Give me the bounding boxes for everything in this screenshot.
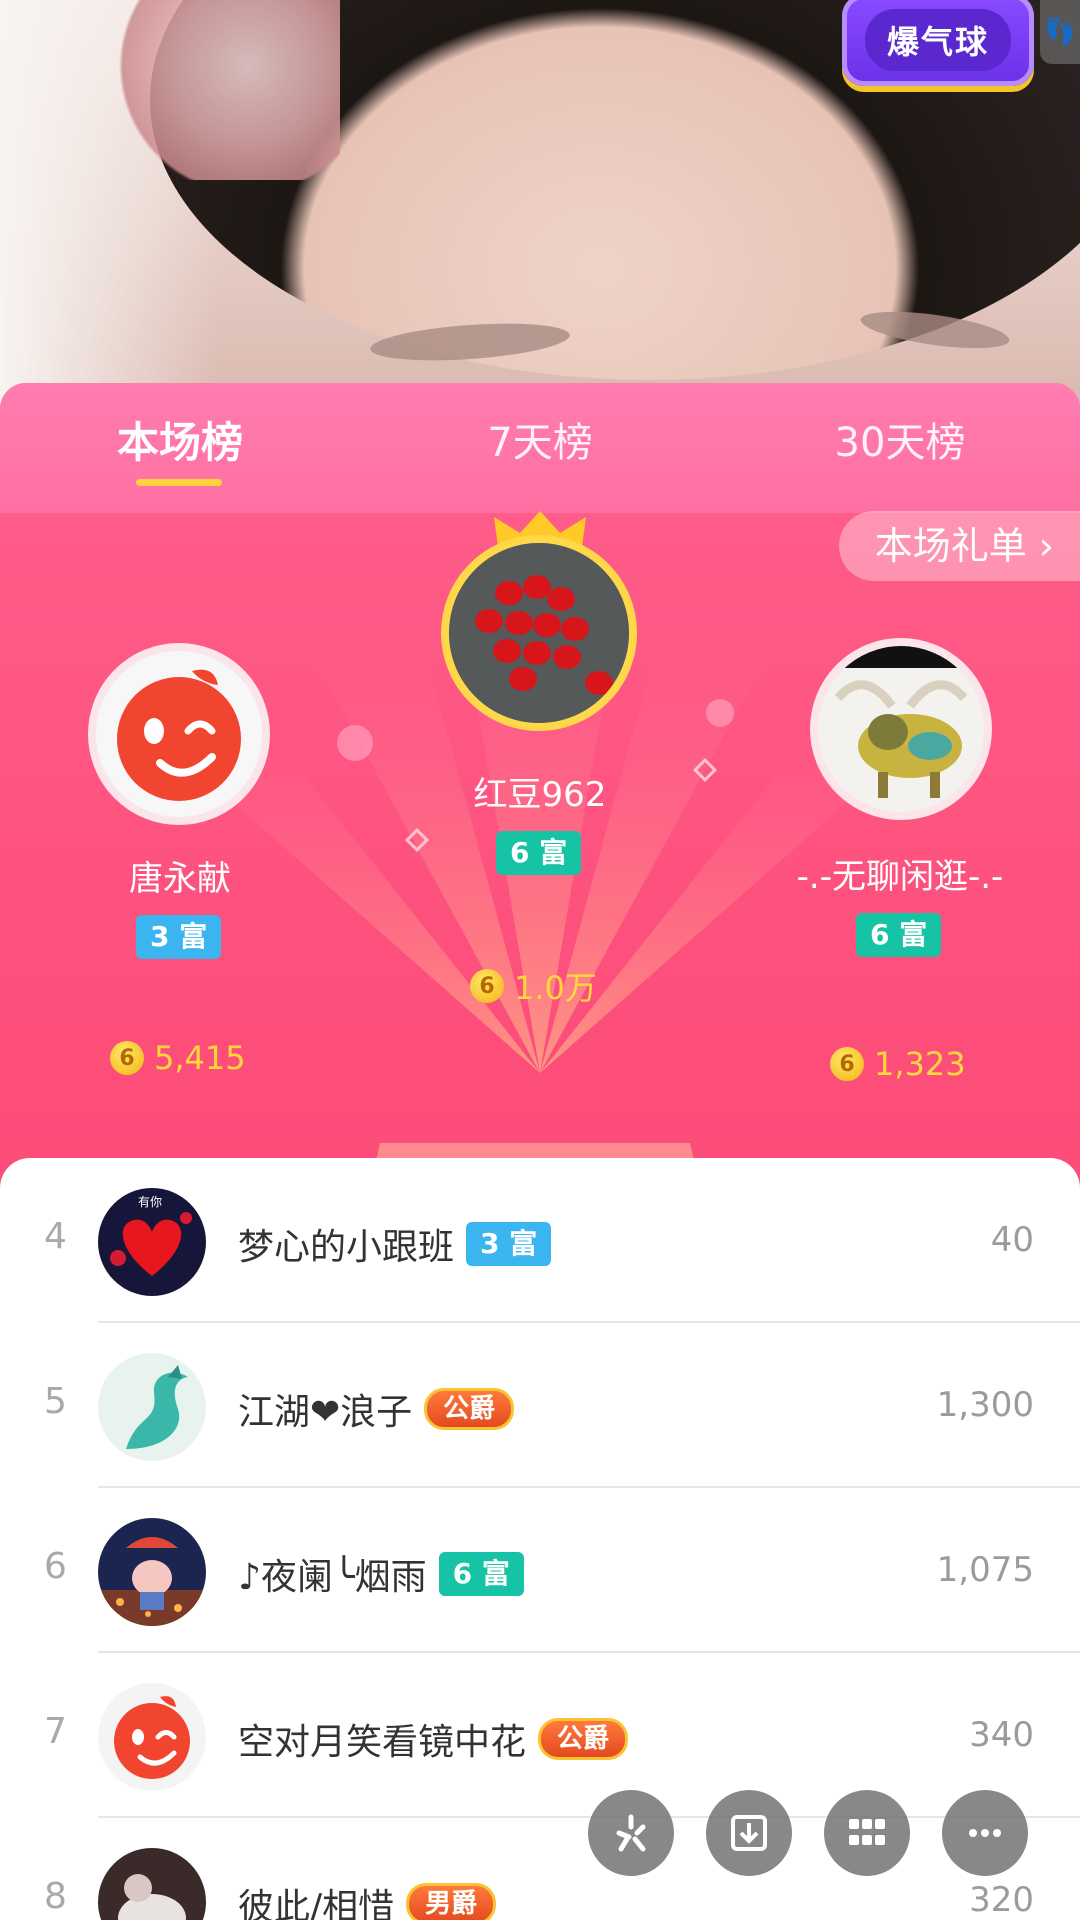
grid-icon[interactable]: [824, 1790, 910, 1876]
third-place-score: 6 1,323: [830, 1045, 966, 1083]
list-item[interactable]: 5 江湖❤浪子 公爵 1,300: [0, 1323, 1080, 1488]
gift-list-button[interactable]: 本场礼单 ›: [838, 511, 1080, 581]
list-user-name: 江湖❤浪子: [238, 1392, 413, 1433]
coin-icon: 6: [830, 1047, 864, 1081]
list-rank: 7: [44, 1711, 67, 1752]
list-user-name: 梦心的小跟班: [238, 1227, 455, 1268]
list-item[interactable]: 6 ♪夜阑╰烟雨 6 富 1,075: [0, 1488, 1080, 1653]
list-rank: 6: [44, 1546, 67, 1587]
third-place-rich-badge: 6 富: [856, 913, 942, 957]
balloon-burst-label: 爆气球: [864, 9, 1011, 71]
active-tab-indicator: [136, 479, 222, 486]
ranking-list: 4 有你 梦心的小跟班 3 富 40 5 江湖❤浪子 公爵 1,300 6 ♪夜…: [0, 1158, 1080, 1920]
user-avatar[interactable]: [98, 1848, 206, 1920]
duke-title-badge: 公爵: [424, 1388, 515, 1430]
download-icon[interactable]: [706, 1790, 792, 1876]
user-avatar[interactable]: 有你: [98, 1188, 206, 1296]
first-place-score-value: 1.0万: [514, 969, 597, 1007]
list-user-name-group: ♪夜阑╰烟雨 6 富: [238, 1548, 524, 1600]
list-rank: 5: [44, 1381, 67, 1422]
list-user-name: 空对月笑看镜中花: [238, 1722, 527, 1763]
list-item[interactable]: 8 彼此/相惜 男爵 320: [0, 1818, 1080, 1920]
list-score: 340: [969, 1715, 1034, 1755]
user-avatar[interactable]: [98, 1683, 206, 1791]
list-user-name: 彼此/相惜: [238, 1887, 395, 1920]
coin-icon: 6: [110, 1041, 144, 1075]
tab-7-days[interactable]: 7天榜: [390, 413, 690, 493]
second-place-score-value: 5,415: [154, 1039, 246, 1077]
coin-icon: 6: [470, 969, 504, 1003]
list-user-name-group: 梦心的小跟班 3 富: [238, 1218, 552, 1270]
list-score: 1,075: [936, 1550, 1034, 1590]
first-place-name: 红豆962: [473, 775, 607, 815]
second-place-name: 唐永献: [129, 859, 231, 899]
third-place-score-value: 1,323: [874, 1045, 966, 1083]
second-place-rich-badge: 3 富: [136, 915, 222, 959]
list-user-name-group: 空对月笑看镜中花 公爵: [238, 1713, 629, 1765]
first-place-score: 6 1.0万: [470, 963, 597, 1009]
ranking-tabs: 本场榜 7天榜 30天榜: [0, 383, 1080, 513]
user-avatar[interactable]: [98, 1353, 206, 1461]
second-place-avatar[interactable]: [88, 643, 270, 825]
rich-badge: 3 富: [466, 1222, 552, 1266]
first-place-rich-badge: 6 富: [496, 831, 582, 875]
avatar-text: 有你: [138, 1195, 162, 1209]
list-score: 40: [990, 1220, 1034, 1260]
list-item[interactable]: 4 有你 梦心的小跟班 3 富 40: [0, 1158, 1080, 1323]
list-rank: 8: [44, 1876, 67, 1917]
third-place-name: -.-无聊闲逛-.-: [796, 857, 1004, 897]
list-score: 1,300: [936, 1385, 1034, 1425]
second-place-score: 6 5,415: [110, 1039, 246, 1077]
more-icon[interactable]: [942, 1790, 1028, 1876]
baron-title-badge: 男爵: [406, 1883, 497, 1920]
list-user-name-group: 彼此/相惜 男爵: [238, 1878, 497, 1920]
sparkle-icon[interactable]: [588, 1790, 674, 1876]
user-avatar[interactable]: [98, 1518, 206, 1626]
rich-badge: 6 富: [438, 1552, 524, 1596]
list-user-name-group: 江湖❤浪子 公爵: [238, 1383, 515, 1435]
tab-30-days[interactable]: 30天榜: [750, 413, 1050, 493]
list-rank: 4: [44, 1216, 67, 1257]
list-item[interactable]: 7 空对月笑看镜中花 公爵 340: [0, 1653, 1080, 1818]
list-user-name: ♪夜阑╰烟雨: [238, 1557, 427, 1598]
duke-title-badge: 公爵: [538, 1718, 629, 1760]
footprint-icon[interactable]: 👣: [1040, 0, 1080, 64]
balloon-burst-button[interactable]: 爆气球: [842, 0, 1034, 86]
first-place-avatar[interactable]: [441, 535, 637, 731]
third-place-avatar[interactable]: [810, 638, 992, 820]
list-score: 320: [969, 1880, 1034, 1920]
hair-bow-decoration: [110, 0, 340, 180]
